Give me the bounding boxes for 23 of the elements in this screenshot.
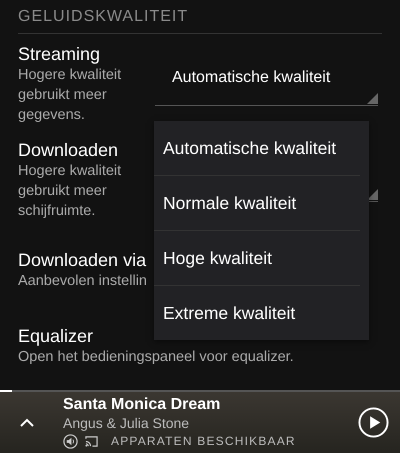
track-title: Santa Monica Dream <box>63 395 222 414</box>
devices-available-link[interactable]: APPARATEN BESCHIKBAAR <box>111 434 296 448</box>
dropdown-arrow-icon <box>367 189 378 200</box>
setting-title: Equalizer <box>18 325 94 347</box>
quality-dropdown[interactable]: Automatische kwaliteit <box>155 59 378 106</box>
setting-title: Downloaden <box>18 139 118 161</box>
dropdown-option[interactable]: Extreme kwaliteit <box>154 286 360 340</box>
cast-icon[interactable] <box>84 434 99 448</box>
dropdown-arrow-icon <box>367 93 378 104</box>
setting-description: Open het bedieningspaneel voor equalizer. <box>18 348 294 367</box>
dropdown-option[interactable]: Normale kwaliteit <box>154 176 360 231</box>
setting-title: Downloaden via <box>18 249 146 271</box>
setting-description: Aanbevolen instellin <box>18 272 147 291</box>
dropdown-option[interactable]: Hoge kwaliteit <box>154 231 360 286</box>
setting-description: Hogere kwaliteit gebruikt meer gegevens. <box>18 66 122 125</box>
setting-title: Streaming <box>18 43 100 65</box>
section-header: GELUIDSKWALITEIT <box>18 0 382 34</box>
setting-description: Hogere kwaliteit gebruikt meer schijfruimte. <box>18 162 122 221</box>
artist-name: Angus & Julia Stone <box>63 414 190 432</box>
chevron-up-icon[interactable] <box>19 418 35 428</box>
dropdown-option[interactable]: Automatische kwaliteit <box>154 121 360 176</box>
speaker-icon <box>63 434 78 448</box>
play-icon[interactable] <box>358 407 389 438</box>
